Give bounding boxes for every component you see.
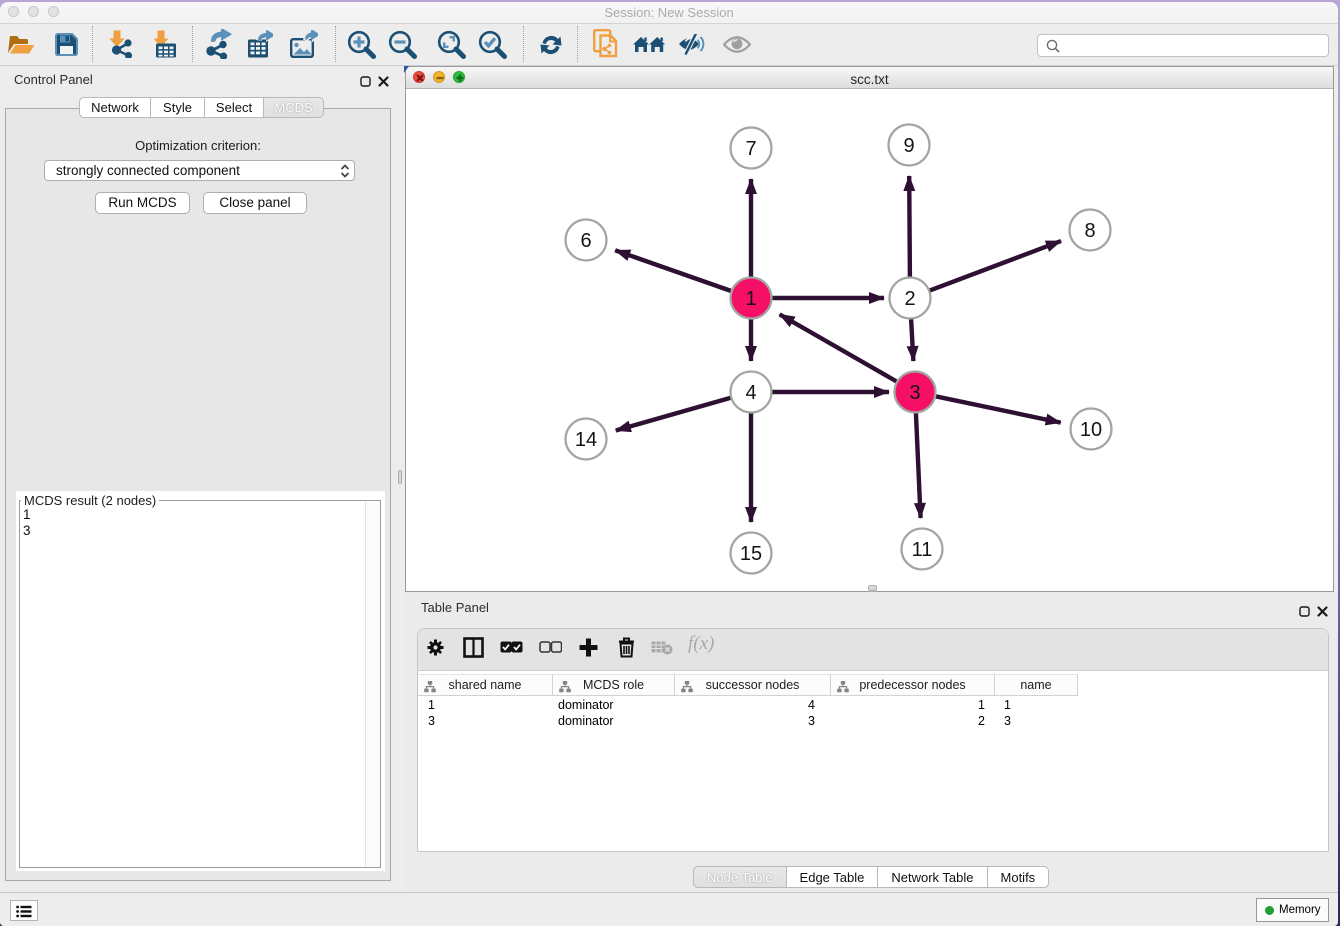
svg-text:4: 4 [745,382,756,404]
svg-text:7: 7 [745,138,756,160]
svg-text:3: 3 [909,382,920,404]
svg-text:2: 2 [904,288,915,310]
svg-text:9: 9 [903,135,914,157]
svg-text:10: 10 [1080,419,1102,441]
svg-text:15: 15 [740,543,762,565]
svg-text:8: 8 [1084,220,1095,242]
svg-text:14: 14 [575,429,597,451]
svg-text:1: 1 [745,288,756,310]
svg-text:6: 6 [580,230,591,252]
svg-text:11: 11 [912,539,933,561]
